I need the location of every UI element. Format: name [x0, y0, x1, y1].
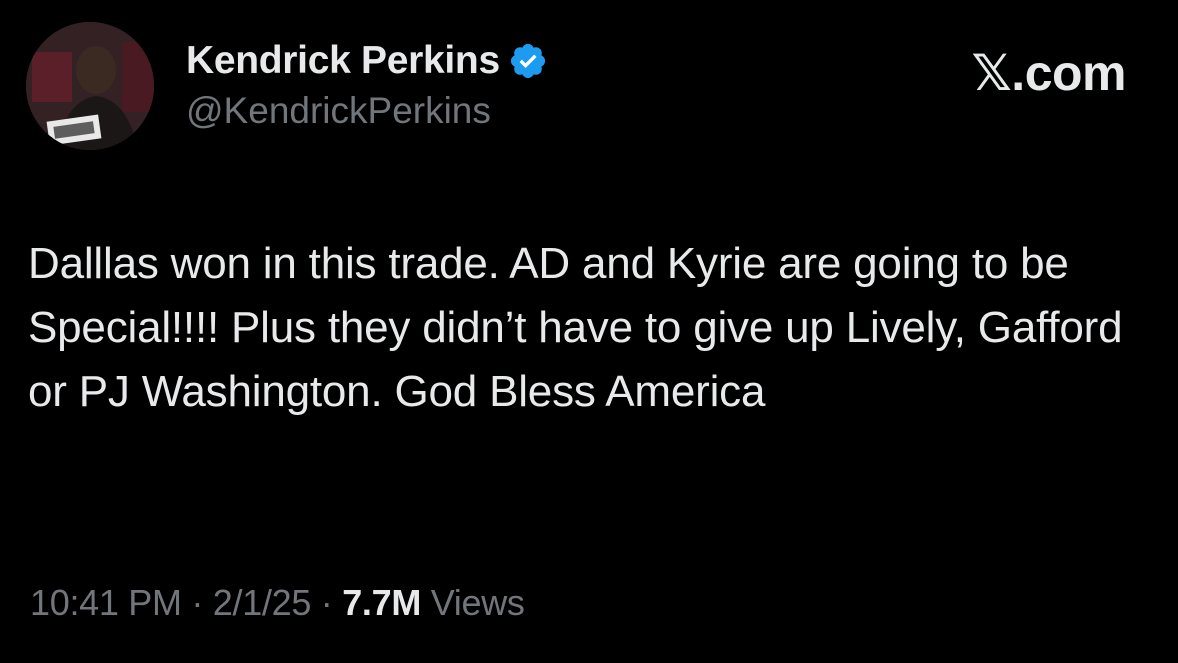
author-info: Kendrick Perkins @KendrickPerkins: [186, 36, 548, 132]
x-com-logo: 𝕏.com: [971, 45, 1127, 101]
user-handle[interactable]: @KendrickPerkins: [186, 90, 548, 132]
meta-separator: ·: [181, 582, 213, 623]
meta-separator: ·: [311, 582, 343, 623]
tweet-meta: 10:41 PM · 2/1/25 · 7.7M Views: [30, 582, 525, 624]
views-count[interactable]: 7.7M: [342, 582, 421, 623]
display-name[interactable]: Kendrick Perkins: [186, 39, 500, 83]
tweet-time[interactable]: 10:41 PM: [30, 582, 182, 623]
tweet-text: Dalllas won in this trade. AD and Kyrie …: [28, 239, 1123, 416]
name-row: Kendrick Perkins: [186, 36, 548, 86]
verified-badge-icon[interactable]: [508, 41, 548, 81]
tweet-date[interactable]: 2/1/25: [213, 582, 312, 623]
tweet-header: Kendrick Perkins @KendrickPerkins 𝕏.com: [26, 22, 1138, 152]
views-label: Views: [421, 582, 525, 623]
avatar[interactable]: [26, 22, 154, 150]
profile-photo-icon: [26, 22, 154, 150]
